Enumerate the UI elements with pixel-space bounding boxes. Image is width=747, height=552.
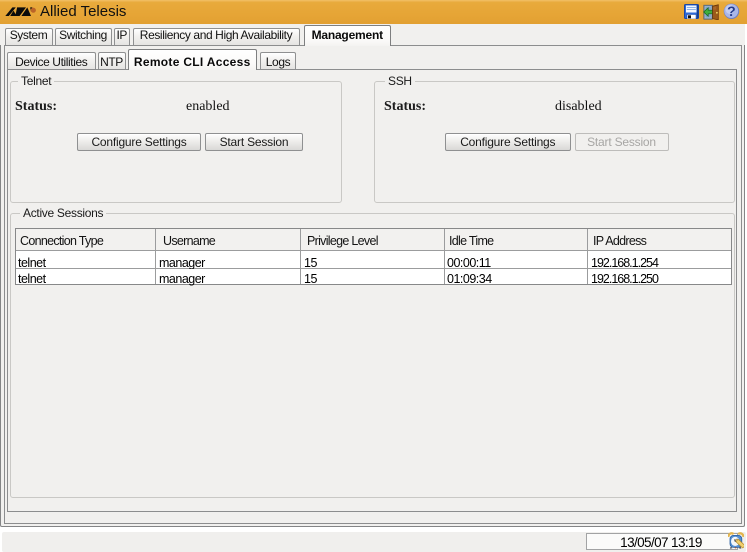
svg-text:?: ? — [727, 3, 736, 19]
